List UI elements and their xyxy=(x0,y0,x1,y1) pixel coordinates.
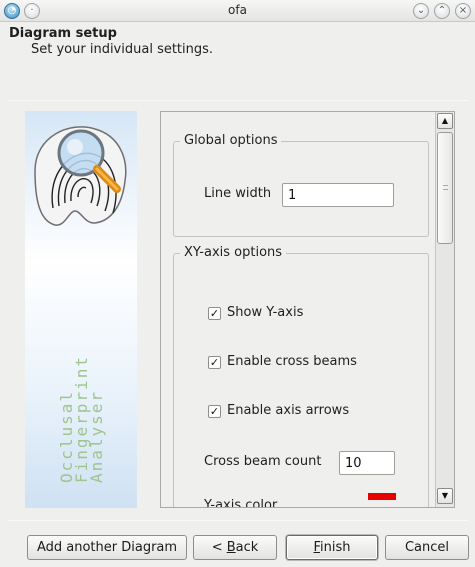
grip-icon xyxy=(443,185,448,190)
cross-beam-count-label: Cross beam count xyxy=(204,454,322,469)
vertical-scrollbar[interactable]: ▲ ▼ xyxy=(435,112,454,507)
global-options-group: Global options Line width xyxy=(173,133,429,237)
line-width-input[interactable] xyxy=(282,183,394,207)
back-mnemonic: B xyxy=(226,540,236,555)
enable-axis-arrows-label[interactable]: Enable axis arrows xyxy=(227,403,349,418)
enable-cross-beams-checkbox[interactable]: ✓ xyxy=(208,356,221,369)
title-bar: ◔ · ofa ⌄ ⌃ × xyxy=(0,0,475,22)
minimize-icon[interactable]: ⌄ xyxy=(413,3,429,19)
enable-cross-beams-label[interactable]: Enable cross beams xyxy=(227,354,357,369)
back-rest: ack xyxy=(235,540,259,555)
partial-row-label: Y-axis color xyxy=(204,498,278,508)
add-another-diagram-button[interactable]: Add another Diagram xyxy=(27,535,187,560)
xy-axis-options-group: XY-axis options ✓ Show Y-axis ✓ Enable c… xyxy=(173,245,429,508)
line-width-label: Line width xyxy=(204,186,272,201)
side-banner-image: Occlusal Fingerprint Analyser xyxy=(25,111,137,508)
scroll-up-icon[interactable]: ▲ xyxy=(437,113,453,129)
back-button[interactable]: < Back xyxy=(193,535,277,560)
finish-button[interactable]: Finish xyxy=(286,535,378,560)
xy-axis-options-title: XY-axis options xyxy=(180,245,287,260)
settings-scroll-area[interactable]: Global options Line width XY-axis option… xyxy=(160,111,455,508)
scrollbar-thumb[interactable] xyxy=(437,132,453,244)
back-prefix: < xyxy=(211,540,227,555)
color-swatch[interactable] xyxy=(368,493,396,500)
page-title: Diagram setup xyxy=(9,26,117,41)
enable-axis-arrows-checkbox[interactable]: ✓ xyxy=(208,405,221,418)
show-y-axis-label[interactable]: Show Y-axis xyxy=(227,305,303,320)
global-options-title: Global options xyxy=(180,133,282,148)
brand-text: Occlusal Fingerprint Analyser xyxy=(57,355,106,483)
maximize-icon[interactable]: ⌃ xyxy=(434,3,450,19)
window-title: ofa xyxy=(228,3,247,17)
cross-beam-count-input[interactable] xyxy=(339,451,395,475)
footer-separator xyxy=(8,520,468,521)
page-subtitle: Set your individual settings. xyxy=(31,42,214,57)
close-icon[interactable]: × xyxy=(455,3,471,19)
cancel-button[interactable]: Cancel xyxy=(385,535,469,560)
brand-line-analyser: Analyser xyxy=(87,389,106,483)
show-y-axis-checkbox[interactable]: ✓ xyxy=(208,307,221,320)
header-separator xyxy=(8,100,468,101)
scroll-down-icon[interactable]: ▼ xyxy=(437,488,453,504)
finish-rest: inish xyxy=(320,540,351,555)
